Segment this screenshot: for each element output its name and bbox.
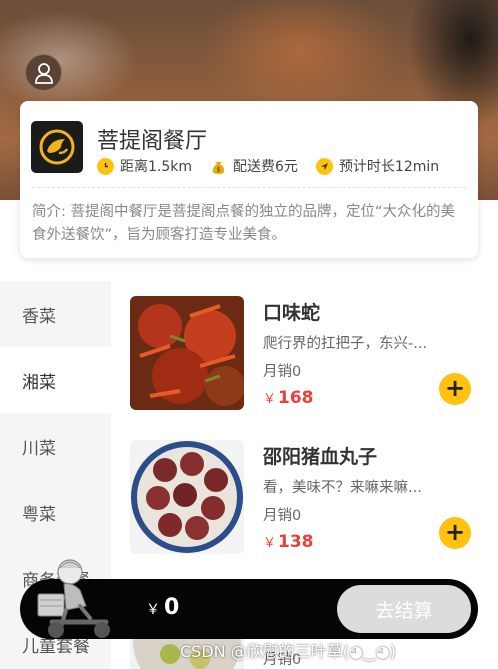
dish-description: 看，美味不？来嘛来嘛...	[263, 480, 422, 496]
checkout-button[interactable]: 去结算	[337, 585, 471, 633]
category-item-hunan[interactable]: 湘菜	[0, 347, 111, 413]
eta-text: 预计时长12min	[338, 159, 440, 175]
delivery-fee-text: 配送费6元	[233, 159, 298, 175]
category-label: 湘菜	[22, 372, 56, 393]
category-label: 粤菜	[22, 504, 56, 525]
clock-icon	[97, 157, 114, 175]
dish-price: ￥ 168	[263, 388, 314, 408]
category-item-xiangcai[interactable]: 香菜	[0, 281, 111, 347]
profile-button[interactable]	[25, 54, 62, 91]
dish-item[interactable]: 邵阳猪血丸子 看，美味不？来嘛来嘛... 月销0 ￥ 138 +	[130, 440, 475, 556]
currency-symbol: ￥	[263, 392, 277, 407]
category-label: 川菜	[22, 438, 56, 459]
dish-image	[130, 440, 244, 554]
dish-sales: 月销0	[263, 364, 302, 380]
add-to-cart-button[interactable]: +	[439, 517, 471, 549]
watermark: CSDN @欣慰的三叶草(◕‿◕)	[180, 642, 396, 661]
card-divider	[32, 187, 466, 188]
cart-total-amount: 0	[164, 595, 180, 620]
navigation-icon	[315, 157, 333, 175]
delivery-fee-info: $ 配送费6元	[210, 156, 298, 176]
currency-symbol: ￥	[146, 602, 160, 618]
category-label: 香菜	[22, 306, 56, 327]
shop-intro: 简介: 菩提阁中餐厅是菩提阁点餐的独立的品牌，定位“大众化的美食外送餐饮”，旨为…	[32, 204, 456, 243]
distance-info: 距离1.5km	[97, 156, 192, 176]
shop-name: 菩提阁餐厅	[97, 129, 208, 154]
dish-sales: 月销0	[263, 508, 302, 524]
plus-icon: +	[444, 374, 466, 402]
shop-meta-row: 距离1.5km $ 配送费6元 预计时长12min	[97, 156, 439, 176]
dish-description: 爬行界的扛把子，东兴-...	[263, 336, 428, 352]
price-amount: 168	[278, 388, 314, 408]
category-item-sichuan[interactable]: 川菜	[0, 413, 111, 479]
dish-price: ￥ 138	[263, 532, 314, 552]
svg-text:$: $	[217, 166, 221, 173]
add-to-cart-button[interactable]: +	[439, 373, 471, 405]
money-bag-icon: $	[210, 158, 227, 175]
dish-name: 口味蛇	[263, 302, 321, 324]
distance-text: 距离1.5km	[120, 159, 193, 175]
shop-logo	[31, 121, 83, 173]
dish-name: 邵阳猪血丸子	[263, 446, 378, 468]
shop-info-card: 菩提阁餐厅 距离1.5km $ 配送费6元 预计时长12min 简介: 菩提阁中…	[20, 101, 478, 258]
dish-item[interactable]: 口味蛇 爬行界的扛把子，东兴-... 月销0 ￥ 168 +	[130, 296, 475, 412]
currency-symbol: ￥	[263, 536, 277, 551]
shrimp-logo-icon	[39, 129, 75, 165]
eta-info: 预计时长12min	[315, 156, 440, 176]
category-item-cantonese[interactable]: 粤菜	[0, 479, 111, 545]
plus-icon: +	[444, 518, 466, 546]
dish-image	[130, 296, 244, 410]
delivery-courier-icon[interactable]	[36, 556, 116, 640]
price-amount: 138	[278, 532, 314, 552]
cart-total: ￥ 0	[146, 595, 179, 620]
user-icon	[34, 62, 53, 84]
